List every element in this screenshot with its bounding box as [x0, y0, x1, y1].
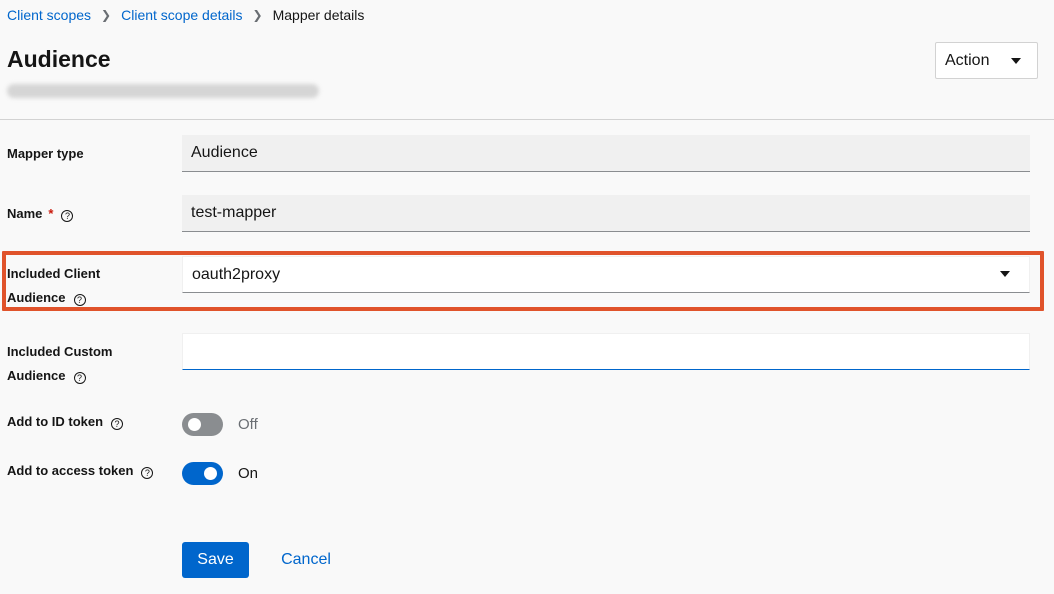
- name-label: Name *?: [7, 202, 74, 226]
- mapper-type-label-text: Mapper type: [7, 146, 84, 161]
- caret-down-icon: [1011, 58, 1021, 64]
- name-field: test-mapper: [182, 195, 1030, 232]
- help-icon[interactable]: ?: [73, 372, 86, 384]
- save-button[interactable]: Save: [182, 542, 249, 578]
- breadcrumb-current: Mapper details: [272, 7, 365, 23]
- help-icon[interactable]: ?: [61, 210, 74, 222]
- add-to-access-token-label-text: Add to access token: [7, 463, 134, 478]
- cancel-button[interactable]: Cancel: [266, 542, 346, 578]
- help-icon[interactable]: ?: [141, 467, 154, 479]
- breadcrumb: Client scopes ❯ Client scope details ❯ M…: [7, 7, 364, 23]
- included-custom-audience-input[interactable]: [182, 333, 1030, 370]
- mapper-type-label: Mapper type: [7, 142, 84, 166]
- action-dropdown-button[interactable]: Action: [935, 42, 1038, 79]
- add-to-id-token-state: Off: [238, 416, 258, 433]
- included-custom-audience-label-line1: Included Custom: [7, 344, 113, 359]
- toggle-knob: [204, 467, 217, 480]
- name-label-text: Name: [7, 206, 43, 221]
- highlight-box: [2, 251, 1044, 311]
- chevron-right-icon: ❯: [101, 8, 112, 22]
- breadcrumb-link-client-scopes[interactable]: Client scopes: [7, 7, 91, 23]
- mapper-id-redacted: [7, 84, 319, 98]
- add-to-id-token-label-text: Add to ID token: [7, 414, 104, 429]
- page-title: Audience: [7, 46, 111, 72]
- included-custom-audience-label: Included Custom Audience?: [7, 340, 112, 388]
- action-dropdown-label: Action: [945, 51, 990, 69]
- breadcrumb-link-client-scope-details[interactable]: Client scope details: [121, 7, 242, 23]
- included-custom-audience-label-line2: Audience: [7, 368, 66, 383]
- name-value: test-mapper: [191, 204, 277, 221]
- add-to-access-token-state: On: [238, 465, 259, 482]
- help-icon[interactable]: ?: [111, 418, 124, 430]
- toggle-knob: [188, 418, 201, 431]
- mapper-type-field: Audience: [182, 135, 1030, 172]
- add-to-access-token-toggle[interactable]: [182, 462, 223, 485]
- required-asterisk: *: [48, 206, 54, 221]
- add-to-access-token-label: Add to access token?: [7, 459, 154, 483]
- mapper-type-value: Audience: [191, 144, 258, 161]
- chevron-right-icon: ❯: [252, 8, 263, 22]
- header-divider: [0, 119, 1054, 120]
- add-to-id-token-label: Add to ID token?: [7, 410, 124, 434]
- add-to-id-token-toggle[interactable]: [182, 413, 223, 436]
